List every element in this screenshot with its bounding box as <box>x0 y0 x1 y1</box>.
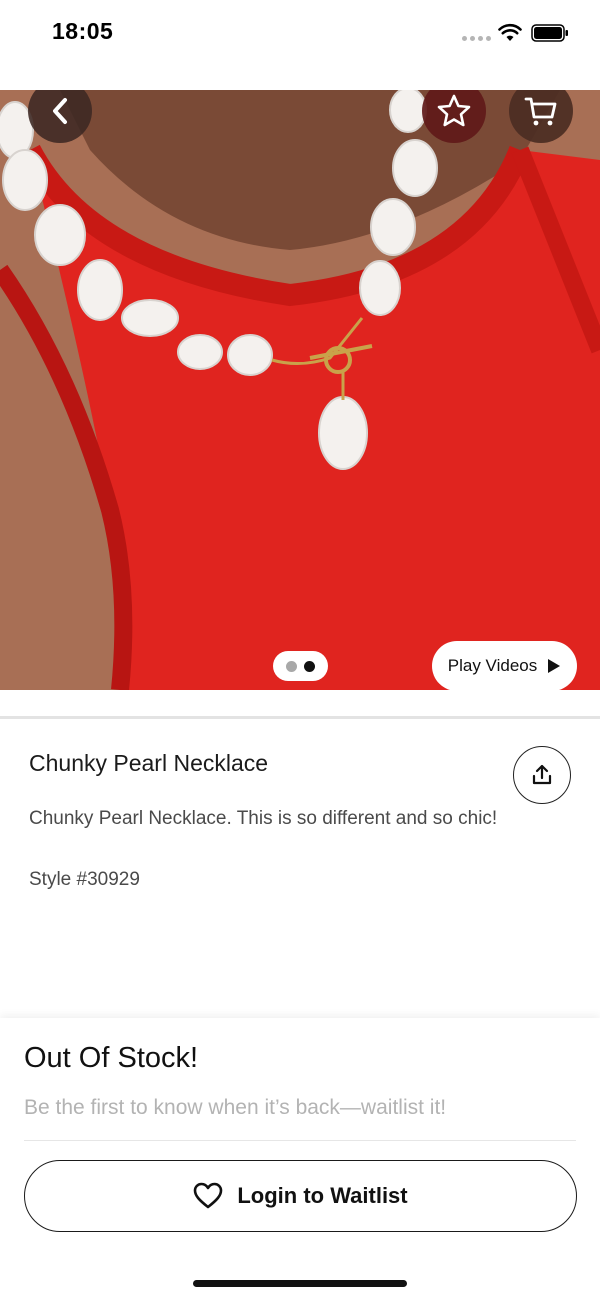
chevron-left-icon <box>53 98 67 124</box>
waitlist-button-label: Login to Waitlist <box>237 1183 408 1208</box>
play-videos-button[interactable]: Play Videos <box>432 641 577 690</box>
product-image[interactable]: Play Videos <box>0 90 600 690</box>
stock-sheet: Out Of Stock! Be the first to know when … <box>0 1018 600 1299</box>
carousel-dot-active[interactable] <box>304 660 315 672</box>
heart-icon <box>194 1182 223 1209</box>
wifi-icon <box>498 23 522 41</box>
waitlist-subtitle: Be the first to know when it’s back—wait… <box>24 1096 447 1119</box>
play-icon <box>548 659 561 673</box>
product-style-number: Style #30929 <box>29 869 140 890</box>
divider <box>24 1140 576 1141</box>
carousel-dot[interactable] <box>286 660 297 672</box>
cart-icon <box>524 97 557 126</box>
play-videos-label: Play Videos <box>447 656 538 675</box>
login-to-waitlist-button[interactable]: Login to Waitlist <box>24 1160 577 1232</box>
home-indicator <box>193 1280 407 1287</box>
divider <box>0 716 600 719</box>
battery-icon <box>531 24 568 42</box>
status-time: 18:05 <box>52 18 114 44</box>
product-title: Chunky Pearl Necklace <box>29 750 269 776</box>
carousel-dots[interactable] <box>273 651 328 681</box>
star-icon <box>437 94 471 127</box>
product-photo <box>0 90 600 690</box>
out-of-stock-title: Out Of Stock! <box>24 1042 199 1074</box>
status-bar: 18:05 <box>0 0 600 90</box>
share-icon <box>532 764 552 785</box>
cellular-dots-icon <box>462 36 491 41</box>
share-button[interactable] <box>513 746 571 804</box>
product-description: Chunky Pearl Necklace. This is so differ… <box>29 808 498 829</box>
